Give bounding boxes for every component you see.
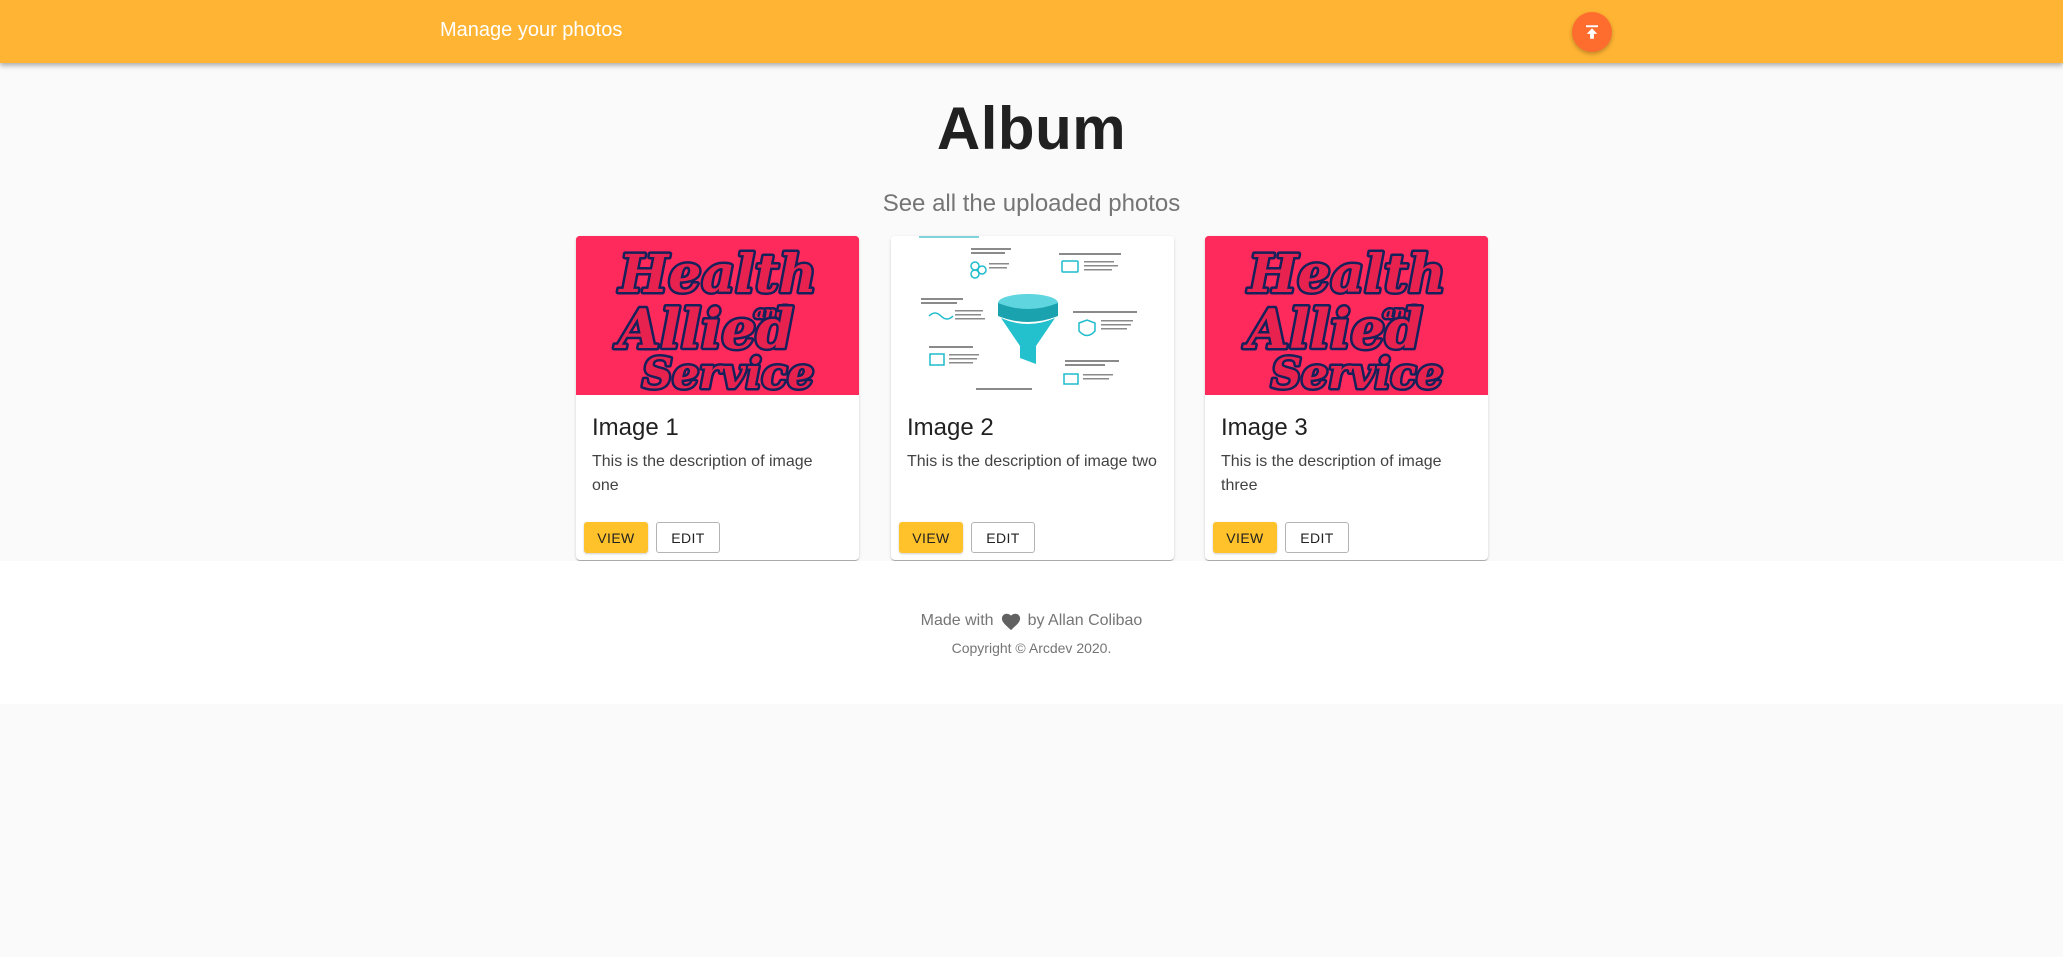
card-description: This is the description of image three	[1221, 453, 1442, 494]
heart-icon	[1001, 613, 1020, 631]
view-button[interactable]: View	[899, 522, 963, 553]
made-with-text: Made with	[920, 612, 994, 629]
photo-card: Health and Allied Service Image 1 This i…	[576, 236, 859, 560]
card-description: This is the description of image two	[907, 453, 1157, 470]
upload-icon	[1586, 25, 1598, 39]
card-image[interactable]: Health and Allied Service	[1205, 236, 1488, 395]
card-title: Image 2	[907, 414, 994, 441]
page-title: Album	[936, 95, 1127, 162]
card-title: Image 1	[592, 414, 679, 441]
edit-button[interactable]: Edit	[1285, 522, 1349, 553]
footer: Made with by Allan Colibao Copyright © A…	[0, 561, 2063, 704]
svg-text:Service: Service	[1271, 349, 1443, 395]
health-allied-service-logo: Health and Allied Service	[1205, 236, 1488, 395]
author-text: by Allan Colibao	[1027, 612, 1143, 629]
card-description: This is the description of image one	[592, 453, 813, 494]
app-bar: Manage your photos	[0, 0, 2063, 63]
svg-text:Health: Health	[617, 244, 817, 305]
upload-button[interactable]	[1572, 12, 1612, 52]
photo-card: Health and Allied Service Image 3 This i…	[1205, 236, 1488, 560]
view-button[interactable]: View	[1213, 522, 1277, 553]
svg-text:Service: Service	[642, 349, 814, 395]
app-title: Manage your photos	[440, 19, 623, 41]
funnel-infographic	[891, 236, 1174, 395]
edit-button[interactable]: Edit	[656, 522, 720, 553]
svg-text:Health: Health	[1246, 244, 1446, 305]
view-button[interactable]: View	[584, 522, 648, 553]
card-title: Image 3	[1221, 414, 1308, 441]
copyright: Copyright © Arcdev 2020.	[951, 640, 1112, 656]
photo-card: Image 2 This is the description of image…	[891, 236, 1174, 560]
edit-button[interactable]: Edit	[971, 522, 1035, 553]
card-image[interactable]	[891, 236, 1174, 395]
card-image[interactable]: Health and Allied Service	[576, 236, 859, 395]
footer-credits: Made with by Allan Colibao	[0, 611, 2063, 631]
page-subtitle: See all the uploaded photos	[882, 190, 1181, 217]
health-allied-service-logo: Health and Allied Service	[576, 236, 859, 395]
